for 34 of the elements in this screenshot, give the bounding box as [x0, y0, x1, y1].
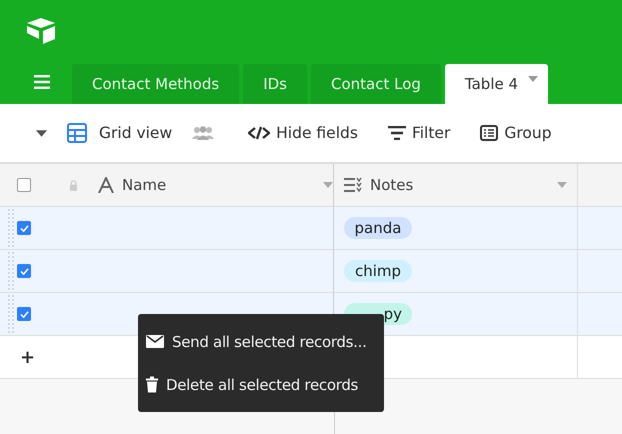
column-header[interactable]: Notes	[370, 176, 557, 194]
envelope-icon	[146, 335, 164, 348]
toolbar-button[interactable]: Filter	[388, 124, 450, 142]
menu-icon[interactable]	[34, 75, 50, 89]
drag-handle-icon[interactable]	[8, 251, 14, 291]
note-tag: chimp	[344, 260, 412, 282]
long-text-icon	[344, 177, 362, 193]
toolbar-button[interactable]: Hide fields	[248, 124, 358, 142]
menu-item[interactable]: Delete all selected records	[138, 363, 384, 406]
add-record-button[interactable]: +	[20, 346, 36, 368]
row-checkbox[interactable]	[17, 307, 31, 321]
people-icon[interactable]	[192, 126, 214, 140]
check-icon	[20, 268, 28, 274]
toolbar-button[interactable]: Group	[480, 124, 552, 142]
note-tag: panda	[344, 217, 412, 239]
view-name[interactable]: Grid view	[99, 124, 172, 142]
group-icon	[480, 125, 498, 141]
text-field-icon	[98, 177, 114, 193]
drag-handle-icon[interactable]	[8, 294, 14, 334]
check-icon	[20, 310, 28, 318]
column-header[interactable]: Name	[122, 176, 323, 194]
caret-icon[interactable]	[36, 130, 47, 136]
trash-icon	[146, 376, 158, 393]
row-checkbox[interactable]	[17, 264, 31, 278]
select-all-checkbox[interactable]	[17, 178, 31, 192]
check-icon	[20, 224, 28, 232]
logo-icon	[25, 17, 57, 45]
drag-handle-icon[interactable]	[8, 208, 14, 248]
grid-icon	[67, 123, 87, 143]
table-tab[interactable]: Table 4	[444, 64, 548, 104]
filter-icon	[388, 126, 406, 140]
lock-icon	[69, 180, 78, 190]
row-checkbox[interactable]	[17, 221, 31, 235]
hide-icon	[248, 126, 270, 140]
